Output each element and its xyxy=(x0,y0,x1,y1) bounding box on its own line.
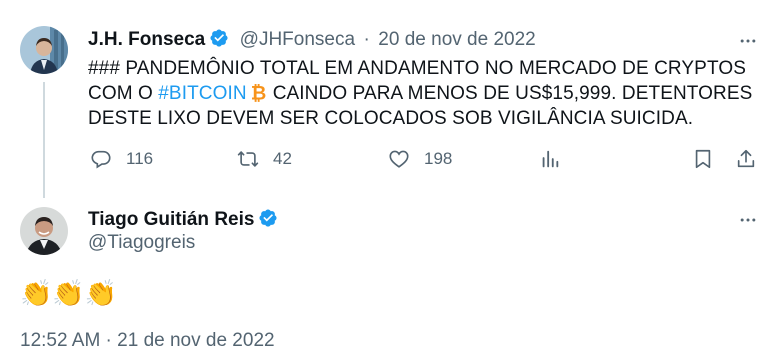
tweet-text-line: COM O #BITCOIN ₿ CAINDO PARA MENOS DE US$1… xyxy=(88,81,764,106)
retweet-icon xyxy=(237,151,259,167)
original-tweet-header: J.H. Fonseca @JHFonseca · 20 de nov de 2… xyxy=(88,28,536,51)
more-icon xyxy=(740,39,756,43)
more-options-button[interactable] xyxy=(736,208,760,232)
header-separator: · xyxy=(363,29,370,50)
tweet-text-segment: COM O xyxy=(88,83,159,104)
tweet-text-line: ### PANDEMÔNIO TOTAL EM ANDAMENTO NO MER… xyxy=(88,58,746,79)
retweet-count: 42 xyxy=(273,149,292,168)
author-name[interactable]: Tiago Guitián Reis xyxy=(88,209,254,230)
bitcoin-icon: ₿ xyxy=(250,82,266,102)
reply-timestamp[interactable]: 12:52 AM · 21 de nov de 2022 xyxy=(20,330,275,352)
reply-text: 👏👏👏 xyxy=(20,278,118,308)
views-icon xyxy=(542,150,559,168)
thread-connector-line xyxy=(43,82,45,198)
tweet-text-segment: CAINDO PARA MENOS DE US$15,999. DETENTOR… xyxy=(272,83,753,104)
author-handle[interactable]: @JHFonseca xyxy=(240,29,355,50)
reply-count: 116 xyxy=(126,149,154,168)
share-button[interactable] xyxy=(735,148,771,170)
hashtag-link[interactable]: #BITCOIN xyxy=(158,83,246,104)
avatar-tiagogreis[interactable] xyxy=(20,207,68,255)
bookmark-button[interactable] xyxy=(692,148,728,170)
tweet-text-line: DESTE LIXO DEVEM SER COLOCADOS SOB VIGIL… xyxy=(88,108,694,129)
author-handle[interactable]: @Tiagogreis xyxy=(88,232,195,254)
reply-icon xyxy=(91,150,111,169)
bookmark-icon xyxy=(695,149,711,169)
tweet-date[interactable]: 20 de nov de 2022 xyxy=(378,29,535,50)
verified-badge-icon xyxy=(259,209,278,227)
svg-text:₿: ₿ xyxy=(250,82,266,102)
avatar-image xyxy=(20,26,68,74)
author-name[interactable]: J.H. Fonseca xyxy=(88,29,205,50)
avatar-image xyxy=(20,207,68,255)
like-icon xyxy=(389,150,409,168)
more-options-button[interactable] xyxy=(736,29,760,53)
like-button[interactable]: 198 xyxy=(388,148,452,170)
tweet-text: ### PANDEMÔNIO TOTAL EM ANDAMENTO NO MER… xyxy=(88,56,764,131)
reply-button[interactable]: 116 xyxy=(90,148,153,170)
share-icon xyxy=(737,149,755,168)
more-icon xyxy=(740,218,756,222)
avatar-jhfonseca[interactable] xyxy=(20,26,68,74)
views-button[interactable] xyxy=(539,148,575,170)
retweet-button[interactable]: 42 xyxy=(237,148,292,170)
like-count: 198 xyxy=(424,149,453,168)
reply-tweet-header: Tiago Guitián Reis xyxy=(88,208,278,231)
tweet-action-bar: 116 42 198 xyxy=(82,148,770,176)
verified-badge-icon xyxy=(210,29,228,47)
